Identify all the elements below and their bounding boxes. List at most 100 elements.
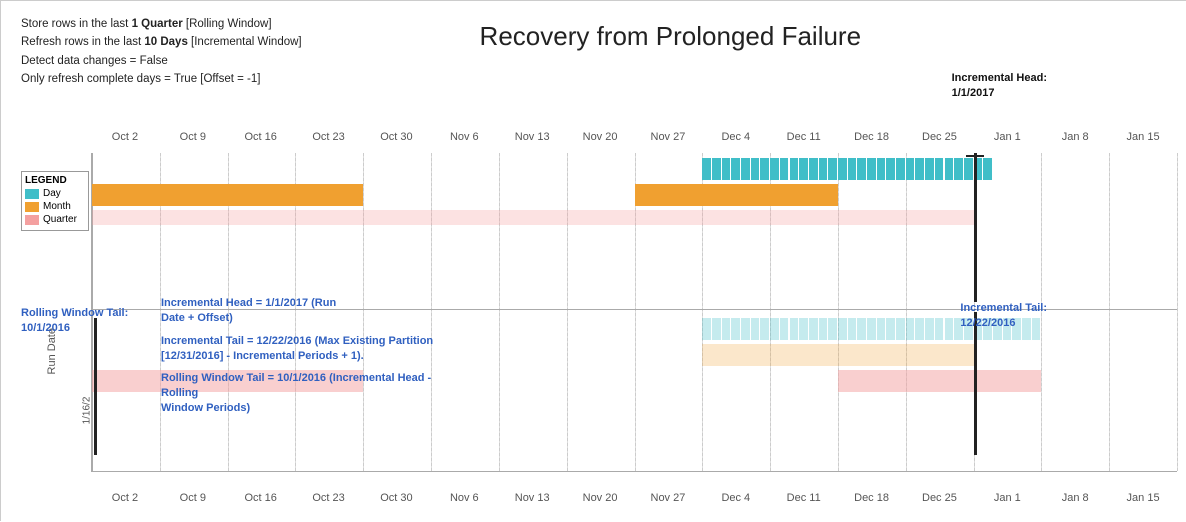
annotation-incremental-head-top: Incremental Head: 1/1/2017 [952,71,1047,101]
day-block-upper-11-0 [838,158,847,180]
day-block-upper-12-4 [945,158,954,180]
day-block-lower2-11-5 [886,318,895,340]
x-label-bottom-6: Nov 13 [498,492,566,512]
x-label-top-1: Oct 9 [159,131,227,151]
day-block-lower-9-4 [741,318,750,340]
day-block-lower-10-6 [828,318,837,340]
day-block-upper-10-2 [790,158,799,180]
annotation-rolling-tail: Rolling Window Tail: 10/1/2016 [21,306,128,336]
quarter-bar-upper [92,210,974,225]
day-block-upper-10-4 [809,158,818,180]
vgrid-7 [567,153,568,471]
x-label-bottom-13: Jan 1 [973,492,1041,512]
bracket-line [966,155,984,157]
info-panel: Store rows in the last 1 Quarter [Rollin… [21,15,302,89]
annotation-rolling-main2: Window Periods) [161,401,441,416]
x-label-bottom-14: Jan 8 [1041,492,1109,512]
day-block-lower-9-0 [702,318,711,340]
day-block-lower-9-1 [712,318,721,340]
x-label-top-12: Dec 25 [906,131,974,151]
legend-quarter-label: Quarter [43,214,77,225]
x-label-bottom-8: Nov 27 [634,492,702,512]
annotation-inc-tail-right-line2: 12/22/2016 [960,316,1047,331]
annotation-inc-tail-right-line1: Incremental Tail: [960,301,1047,316]
quarter-bar-lower-2 [838,370,1041,392]
day-block-lower2-11-4 [877,318,886,340]
x-label-bottom-2: Oct 16 [227,492,295,512]
legend-item-quarter: Quarter [25,214,85,225]
day-block-lower2-12-1 [915,318,924,340]
legend-month-label: Month [43,201,71,212]
day-block-lower2-12-4 [945,318,954,340]
day-block-lower-9-5 [751,318,760,340]
x-label-bottom-4: Oct 30 [363,492,431,512]
day-block-lower2-11-3 [867,318,876,340]
x-label-bottom-9: Dec 4 [702,492,770,512]
x-label-top-4: Oct 30 [363,131,431,151]
info-line1-prefix: Store rows in the last [21,18,132,30]
day-block-upper-12-6 [964,158,973,180]
x-label-bottom-12: Dec 25 [906,492,974,512]
x-label-bottom-1: Oct 9 [159,492,227,512]
day-block-upper-10-1 [780,158,789,180]
vgrid-6 [499,153,500,471]
day-block-lower-10-2 [790,318,799,340]
day-block-lower-10-5 [819,318,828,340]
info-line1-suffix: [Rolling Window] [183,18,272,30]
chart-area: Oct 2Oct 9Oct 16Oct 23Oct 30Nov 6Nov 13N… [21,131,1177,512]
x-label-top-0: Oct 2 [91,131,159,151]
annotation-inc-head-line1: Incremental Head: [952,71,1047,86]
annotation-inc-tail-main2: [12/31/2016] - Incremental Periods + 1). [161,349,441,364]
x-label-top-14: Jan 8 [1041,131,1109,151]
x-label-bottom-10: Dec 11 [770,492,838,512]
day-block-upper-9-1 [712,158,721,180]
legend-day-color [25,189,39,199]
day-block-upper-11-1 [848,158,857,180]
day-block-lower2-12-3 [935,318,944,340]
annotation-inc-head-main: Incremental Head = 1/1/2017 (Run [161,296,441,311]
day-block-lower-10-0 [770,318,779,340]
day-block-upper-9-0 [702,158,711,180]
vgrid-15 [1109,153,1110,471]
annotation-incremental-tail-right: Incremental Tail: 12/22/2016 [960,301,1047,331]
day-block-lower2-12-0 [906,318,915,340]
x-label-bottom-3: Oct 23 [295,492,363,512]
x-label-bottom-11: Dec 18 [838,492,906,512]
day-block-upper-13-1 [983,158,992,180]
x-label-top-9: Dec 4 [702,131,770,151]
day-block-upper-11-3 [867,158,876,180]
month-bar-lower [702,344,973,366]
annotation-inc-head-line2: 1/1/2017 [952,86,1047,101]
day-block-lower2-11-6 [896,318,905,340]
legend-month-color [25,202,39,212]
day-block-upper-9-6 [760,158,769,180]
day-block-upper-10-6 [828,158,837,180]
info-line3: Detect data changes = False [21,52,302,70]
legend-item-day: Day [25,188,85,199]
x-label-top-15: Jan 15 [1109,131,1177,151]
annotation-middle: Incremental Head = 1/1/2017 (Run Date + … [161,296,441,416]
day-block-upper-12-5 [954,158,963,180]
vgrid-12 [906,153,907,471]
day-block-lower-10-4 [809,318,818,340]
x-label-bottom-0: Oct 2 [91,492,159,512]
day-block-lower2-11-2 [857,318,866,340]
day-block-lower-9-6 [760,318,769,340]
day-block-upper-11-4 [877,158,886,180]
annotation-inc-head-main2: Date + Offset) [161,311,441,326]
annotation-inc-tail-main: Incremental Tail = 12/22/2016 (Max Exist… [161,334,441,349]
day-block-lower2-11-1 [848,318,857,340]
x-label-top-6: Nov 13 [498,131,566,151]
day-block-upper-11-5 [886,158,895,180]
x-label-top-2: Oct 16 [227,131,295,151]
x-label-top-5: Nov 6 [430,131,498,151]
month-bar-upper-3 [668,184,838,206]
legend-day-label: Day [43,188,61,199]
annotation-rolling-tail-line1: Rolling Window Tail: [21,306,128,321]
x-label-top-3: Oct 23 [295,131,363,151]
day-block-upper-9-2 [722,158,731,180]
month-bar-upper-1 [92,184,363,206]
x-label-top-13: Jan 1 [973,131,1041,151]
info-line2-suffix: [Incremental Window] [188,36,302,48]
day-block-upper-10-5 [819,158,828,180]
